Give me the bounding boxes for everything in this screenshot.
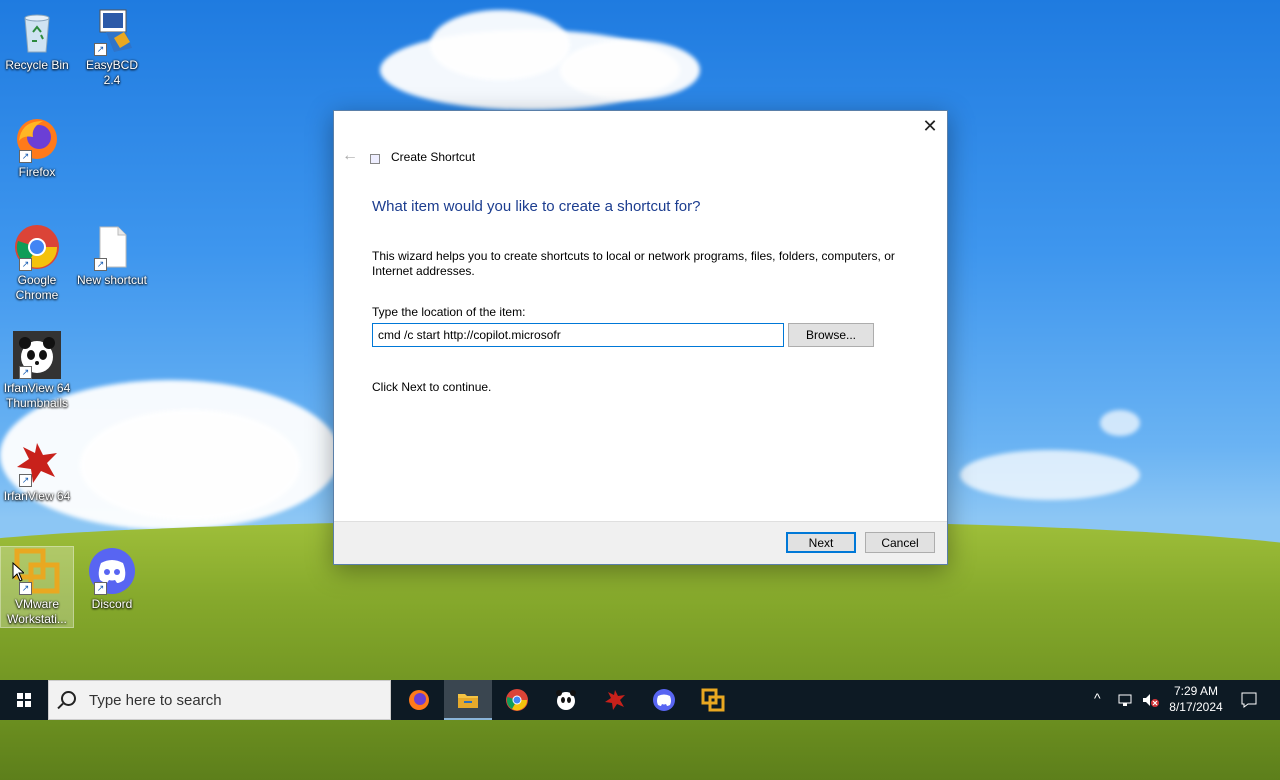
desktop-icon-label: Firefox — [18, 165, 56, 179]
shortcut-arrow-icon: ↗ — [94, 258, 107, 271]
location-input[interactable] — [372, 323, 784, 347]
close-icon[interactable]: ✕ — [919, 115, 941, 137]
volume-muted-icon[interactable] — [1142, 692, 1160, 708]
panda-icon — [556, 690, 576, 710]
clock-date: 8/17/2024 — [1169, 700, 1223, 714]
taskbar-app-irfanview-thumbnails[interactable] — [542, 680, 590, 720]
mouse-cursor-icon — [12, 562, 24, 582]
location-label: Type the location of the item: — [372, 305, 526, 319]
panda-icon: ↗ — [13, 331, 61, 379]
vmware-icon — [701, 688, 725, 712]
search-placeholder: Type here to search — [89, 692, 222, 709]
taskbar: Type here to search ^ 7:29 AM 8/17/2024 — [0, 680, 1280, 720]
desktop-icon-recycle-bin[interactable]: Recycle Bin — [1, 8, 73, 73]
desktop-icon-easybcd[interactable]: ↗ EasyBCD 2.4 — [76, 8, 148, 88]
file-explorer-icon — [458, 694, 478, 708]
notifications-icon[interactable] — [1240, 691, 1258, 709]
irfanview-icon — [605, 690, 625, 710]
wizard-description: This wizard helps you to create shortcut… — [372, 249, 895, 278]
easybcd-icon: ↗ — [88, 8, 136, 56]
file-icon: ↗ — [88, 223, 136, 271]
desktop-icon-label: Recycle Bin — [5, 58, 69, 72]
continue-hint: Click Next to continue. — [372, 380, 492, 394]
desktop-icon-label: New shortcut — [76, 273, 148, 287]
firefox-icon: ↗ — [13, 115, 61, 163]
chrome-icon: ↗ — [13, 223, 61, 271]
windows-logo-icon — [17, 693, 31, 707]
firefox-icon — [409, 690, 429, 710]
desktop-icon-chrome[interactable]: ↗ Google Chrome — [1, 223, 73, 303]
desktop-icon-irfanview[interactable]: ↗ IrfanView 64 — [1, 439, 73, 504]
shortcut-arrow-icon: ↗ — [19, 366, 32, 379]
recycle-bin-icon — [13, 8, 61, 56]
taskbar-app-irfanview[interactable] — [591, 680, 639, 720]
taskbar-app-firefox[interactable] — [395, 680, 443, 720]
taskbar-app-chrome[interactable] — [493, 680, 541, 720]
desktop-icon-label: IrfanView 64 — [3, 489, 71, 503]
shortcut-arrow-icon: ↗ — [94, 43, 107, 56]
taskbar-clock[interactable]: 7:29 AM 8/17/2024 — [1160, 683, 1232, 715]
back-arrow-icon[interactable]: ← — [342, 147, 358, 165]
irfanview-icon: ↗ — [13, 439, 61, 487]
desktop-icon-label: EasyBCD 2.4 — [85, 58, 138, 87]
show-hidden-icons-chevron-icon[interactable]: ^ — [1094, 690, 1101, 706]
desktop-icon-label: Discord — [91, 597, 133, 611]
dialog-footer: Next Cancel — [334, 521, 947, 564]
shortcut-arrow-icon: ↗ — [19, 258, 32, 271]
discord-icon: ↗ — [88, 547, 136, 595]
clock-time: 7:29 AM — [1173, 684, 1219, 698]
shortcut-arrow-icon: ↗ — [94, 582, 107, 595]
shortcut-wizard-icon — [370, 154, 380, 164]
start-button[interactable] — [0, 680, 48, 720]
taskbar-app-discord[interactable] — [640, 680, 688, 720]
taskbar-app-file-explorer[interactable] — [444, 680, 492, 720]
desktop-icon-discord[interactable]: ↗ Discord — [76, 547, 148, 612]
shortcut-arrow-icon: ↗ — [19, 582, 32, 595]
desktop-icon-new-shortcut[interactable]: ↗ New shortcut — [76, 223, 148, 288]
shortcut-arrow-icon: ↗ — [19, 150, 32, 163]
shortcut-arrow-icon: ↗ — [19, 474, 32, 487]
taskbar-search-box[interactable]: Type here to search — [48, 680, 391, 720]
desktop-icon-label: Google Chrome — [15, 273, 59, 302]
desktop-icon-irfanview-thumbnails[interactable]: ↗ IrfanView 64 Thumbnails — [1, 331, 73, 411]
browse-button[interactable]: Browse... — [788, 323, 874, 347]
next-button[interactable]: Next — [786, 532, 856, 553]
create-shortcut-dialog: ✕ ← Create Shortcut What item would you … — [333, 110, 948, 565]
cancel-button[interactable]: Cancel — [865, 532, 935, 553]
desktop-icon-vmware[interactable]: ↗ VMware Workstati... — [0, 546, 74, 628]
chrome-icon — [506, 689, 528, 711]
taskbar-app-vmware[interactable] — [689, 680, 737, 720]
desktop-icon-label: VMware Workstati... — [7, 597, 67, 626]
wizard-heading: What item would you like to create a sho… — [372, 198, 701, 215]
dialog-title: Create Shortcut — [391, 150, 476, 164]
desktop-icon-firefox[interactable]: ↗ Firefox — [1, 115, 73, 180]
discord-icon — [653, 689, 675, 711]
desktop-icon-label: IrfanView 64 Thumbnails — [3, 381, 71, 410]
search-icon — [61, 691, 76, 706]
network-icon[interactable] — [1118, 692, 1134, 708]
